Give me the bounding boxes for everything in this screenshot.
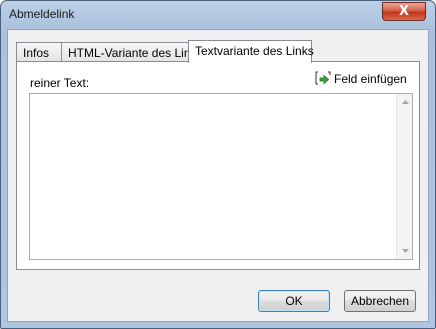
tab-text-variant[interactable]: Textvariante des Links: [188, 40, 314, 63]
dialog-client-area: Infos HTML-Variante des Links Textvarian…: [7, 29, 429, 322]
vertical-scrollbar[interactable]: [396, 94, 412, 259]
scroll-up-icon[interactable]: [397, 94, 413, 110]
close-icon: X: [398, 4, 410, 19]
tab-infos[interactable]: Infos: [16, 42, 62, 62]
insert-field-icon: [315, 70, 331, 89]
tab-label: HTML-Variante des Links: [68, 46, 203, 60]
insert-field-button[interactable]: Feld einfügen: [315, 69, 407, 89]
scroll-down-icon[interactable]: [397, 243, 413, 259]
cancel-button-label: Abbrechen: [350, 294, 410, 308]
tab-label: Textvariante des Links: [195, 44, 314, 58]
tab-html-variant[interactable]: HTML-Variante des Links: [61, 42, 203, 62]
tab-panel-text-variant: reiner Text: Feld einfügen: [16, 61, 420, 270]
cancel-button[interactable]: Abbrechen: [344, 290, 416, 312]
window-title: Abmeldelink: [9, 7, 75, 21]
tab-label: Infos: [23, 46, 50, 60]
close-button[interactable]: X: [382, 2, 426, 21]
ok-button[interactable]: OK: [258, 290, 330, 312]
ok-button-label: OK: [285, 294, 303, 308]
dialog-window: Abmeldelink X Infos HTML-Variante des Li…: [0, 0, 436, 329]
insert-field-label: Feld einfügen: [334, 72, 407, 86]
plain-text-label: reiner Text:: [30, 76, 90, 90]
title-bar[interactable]: Abmeldelink X: [1, 1, 435, 29]
plain-text-textarea[interactable]: [29, 93, 413, 260]
